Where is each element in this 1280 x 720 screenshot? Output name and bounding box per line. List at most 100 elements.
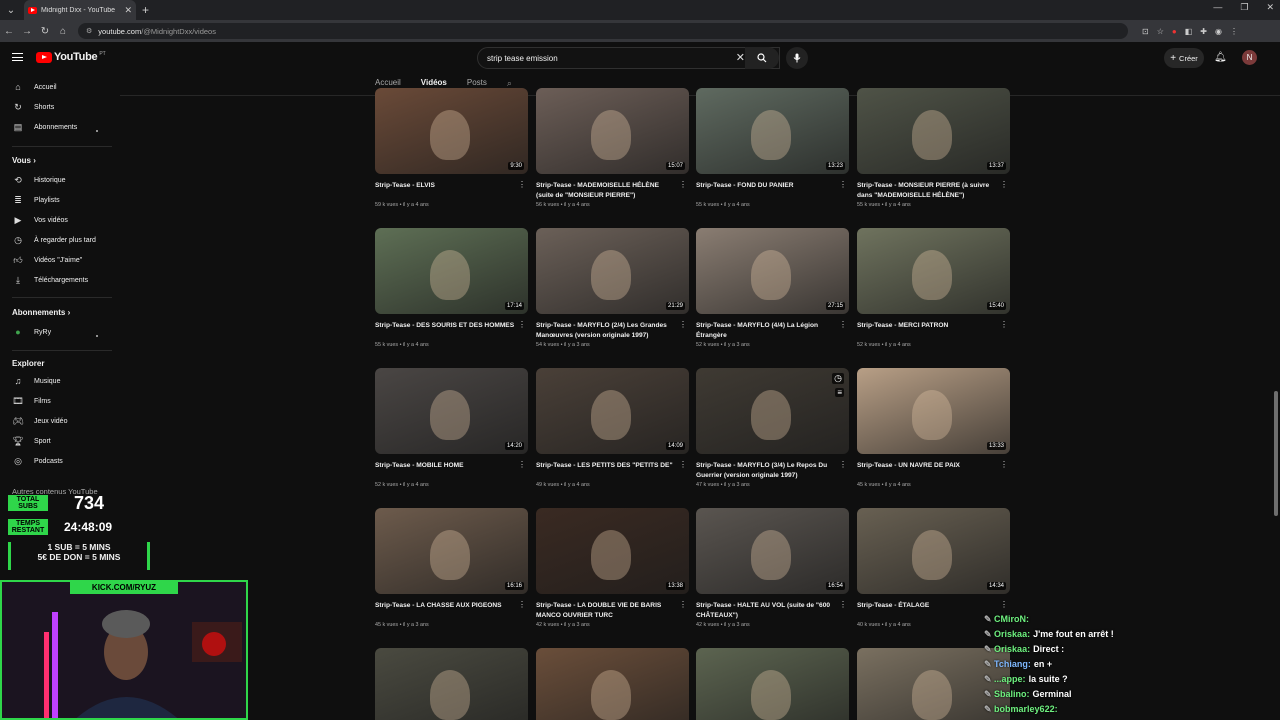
sidebar-item[interactable]: ↻ Shorts — [12, 102, 54, 113]
video-menu-icon[interactable]: ⋮ — [1000, 320, 1008, 329]
bookmark-star-icon[interactable]: ☆ — [1157, 27, 1164, 36]
minimize-icon[interactable]: — — [1213, 2, 1222, 13]
extension-icon[interactable]: ◧ — [1185, 27, 1193, 36]
subscriptions-section-header[interactable]: Abonnements › — [12, 308, 70, 317]
sidebar-item[interactable]: 🎞︎ Films — [12, 396, 50, 407]
video-card[interactable]: 13:37 Strip-Tease - MONSIEUR PIERRE (à su… — [857, 88, 1010, 208]
video-card[interactable]: 27:15 Strip-Tease - MARYFLO (4/4) La Légi… — [696, 228, 849, 348]
sidebar-item[interactable]: ⟲ Historique — [12, 175, 65, 186]
video-card[interactable]: 13:33 Strip-Tease - UN NAVRE DE PAIX 45 k … — [857, 368, 1010, 488]
video-menu-icon[interactable]: ⋮ — [1000, 600, 1008, 609]
puzzle-icon[interactable]: ✚ — [1200, 27, 1207, 36]
video-title[interactable]: Strip-Tease - LES PETITS DES "PETITS DE" — [536, 461, 676, 481]
video-menu-icon[interactable]: ⋮ — [839, 460, 847, 469]
video-title[interactable]: Strip-Tease - MADEMOISELLE HÉLÈNE (suite… — [536, 181, 676, 201]
video-thumbnail[interactable]: ◷ ≡ — [696, 368, 849, 454]
clear-search-icon[interactable]: ✕ — [736, 51, 745, 64]
sidebar-item[interactable]: ▶ Vos vidéos — [12, 215, 68, 226]
create-button[interactable]: + Créer — [1164, 48, 1204, 68]
video-title[interactable]: Strip-Tease - LA CHASSE AUX PIGEONS — [375, 601, 515, 621]
video-card[interactable]: 16:16 Strip-Tease - LA CHASSE AUX PIGEONS… — [375, 508, 528, 628]
video-thumbnail[interactable]: 21:29 — [536, 228, 689, 314]
search-input[interactable]: strip tease emission ✕ — [477, 47, 780, 69]
video-menu-icon[interactable]: ⋮ — [679, 320, 687, 329]
site-info-icon[interactable]: ⚙ — [86, 27, 92, 35]
video-thumbnail[interactable]: 14:09 — [536, 368, 689, 454]
new-tab-button[interactable]: + — [142, 3, 149, 17]
video-card[interactable]: 14:20 Strip-Tease - MOBILE HOME 52 k vues … — [375, 368, 528, 488]
close-window-icon[interactable]: ✕ — [1266, 2, 1274, 13]
video-thumbnail[interactable]: 15:40 — [857, 228, 1010, 314]
extension-red-icon[interactable]: ● — [1172, 27, 1177, 36]
video-card[interactable]: 13:38 Strip-Tease - LA DOUBLE VIE DE BARI… — [536, 508, 689, 628]
sidebar-item[interactable]: ● RyRy — [12, 327, 51, 337]
video-thumbnail[interactable]: 27:15 — [696, 228, 849, 314]
sidebar-item[interactable]: ◎ Podcasts — [12, 456, 63, 467]
video-title[interactable]: Strip-Tease - MARYFLO (4/4) La Légion Ét… — [696, 321, 836, 341]
video-thumbnail[interactable]: 14:20 — [375, 368, 528, 454]
sidebar-item[interactable]: ◷ À regarder plus tard — [12, 235, 96, 246]
menu-dots-icon[interactable]: ⋮ — [1230, 27, 1238, 36]
video-menu-icon[interactable]: ⋮ — [839, 320, 847, 329]
video-card[interactable]: 15:07 Strip-Tease - MADEMOISELLE HÉLÈNE (… — [536, 88, 689, 208]
browser-tab[interactable]: Midnight Dxx - YouTube ✕ — [24, 0, 136, 20]
video-menu-icon[interactable]: ⋮ — [839, 600, 847, 609]
video-menu-icon[interactable]: ⋮ — [1000, 460, 1008, 469]
install-icon[interactable]: ⊡ — [1142, 27, 1149, 36]
video-menu-icon[interactable]: ⋮ — [839, 180, 847, 189]
video-card[interactable]: 14:09 Strip-Tease - LES PETITS DES "PETIT… — [536, 368, 689, 488]
video-card[interactable]: 16:54 Strip-Tease - HALTE AU VOL (suite d… — [696, 508, 849, 628]
video-card[interactable]: ◷ ≡ Strip-Tease - MARYFLO (3/4) Le Repos D… — [696, 368, 849, 488]
video-menu-icon[interactable]: ⋮ — [518, 180, 526, 189]
video-thumbnail[interactable]: 14:34 — [857, 508, 1010, 594]
video-title[interactable]: Strip-Tease - MERCI PATRON — [857, 321, 997, 341]
video-menu-icon[interactable]: ⋮ — [679, 600, 687, 609]
account-avatar[interactable]: N — [1242, 50, 1257, 65]
video-card[interactable]: 9:30 Strip-Tease - ELVIS 59 k vues • il y … — [375, 88, 528, 208]
sidebar-item[interactable]: 👍︎ Vidéos "J'aime" — [12, 255, 82, 266]
maximize-icon[interactable]: ❐ — [1240, 2, 1248, 13]
forward-icon[interactable]: → — [18, 26, 36, 37]
sidebar-item[interactable]: ⤓ Téléchargements — [12, 275, 88, 286]
video-thumbnail[interactable]: 17:14 — [375, 228, 528, 314]
video-title[interactable]: Strip-Tease - ELVIS — [375, 181, 515, 201]
video-thumbnail[interactable]: 16:54 — [696, 508, 849, 594]
video-title[interactable]: Strip-Tease - ÉTALAGE — [857, 601, 997, 621]
video-title[interactable]: Strip-Tease - HALTE AU VOL (suite de "60… — [696, 601, 836, 621]
video-title[interactable]: Strip-Tease - FOND DU PANIER — [696, 181, 836, 201]
video-card[interactable] — [696, 648, 849, 720]
video-card[interactable]: 17:14 Strip-Tease - DES SOURIS ET DES HOM… — [375, 228, 528, 348]
video-title[interactable]: Strip-Tease - MONSIEUR PIERRE (à suivre … — [857, 181, 997, 201]
video-card[interactable] — [375, 648, 528, 720]
video-thumbnail[interactable]: 9:30 — [375, 88, 528, 174]
video-menu-icon[interactable]: ⋮ — [679, 460, 687, 469]
scrollbar-thumb[interactable] — [1274, 391, 1278, 516]
you-section-header[interactable]: Vous › — [12, 156, 36, 165]
video-card[interactable] — [536, 648, 689, 720]
video-thumbnail[interactable]: 13:37 — [857, 88, 1010, 174]
voice-search-button[interactable] — [786, 47, 808, 69]
video-menu-icon[interactable]: ⋮ — [1000, 180, 1008, 189]
tab-close-icon[interactable]: ✕ — [124, 5, 132, 16]
video-title[interactable]: Strip-Tease - DES SOURIS ET DES HOMMES — [375, 321, 515, 341]
video-menu-icon[interactable]: ⋮ — [518, 320, 526, 329]
sidebar-item[interactable]: 🏆︎ Sport — [12, 436, 50, 447]
video-card[interactable]: 21:29 Strip-Tease - MARYFLO (2/4) Les Gra… — [536, 228, 689, 348]
video-card[interactable]: 15:40 Strip-Tease - MERCI PATRON 52 k vues… — [857, 228, 1010, 348]
tab-list-icon[interactable]: ⌄ — [2, 1, 20, 19]
video-thumbnail[interactable]: 13:23 — [696, 88, 849, 174]
video-title[interactable]: Strip-Tease - MOBILE HOME — [375, 461, 515, 481]
video-title[interactable]: Strip-Tease - MARYFLO (3/4) Le Repos Du … — [696, 461, 836, 481]
sidebar-item[interactable]: 🎮︎ Jeux vidéo — [12, 416, 67, 427]
video-thumbnail[interactable]: 15:07 — [536, 88, 689, 174]
sidebar-item[interactable]: ▤ Abonnements — [12, 122, 77, 133]
video-thumbnail[interactable] — [375, 648, 528, 720]
back-icon[interactable]: ← — [0, 26, 18, 37]
youtube-logo[interactable]: YouTube PT — [36, 51, 106, 63]
sidebar-item[interactable]: ≣ Playlists — [12, 195, 59, 206]
video-menu-icon[interactable]: ⋮ — [679, 180, 687, 189]
url-field[interactable]: ⚙ youtube.com/@MidnightDxx/videos — [78, 23, 1128, 39]
video-card[interactable]: 14:34 Strip-Tease - ÉTALAGE 40 k vues • il… — [857, 508, 1010, 628]
video-thumbnail[interactable] — [696, 648, 849, 720]
search-button[interactable] — [745, 47, 779, 69]
